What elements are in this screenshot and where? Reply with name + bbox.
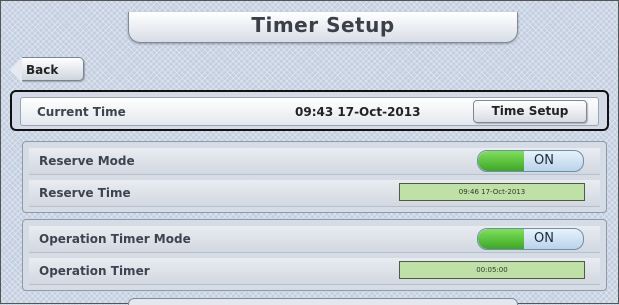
operation-timer-field[interactable]: 00:05:00 [399,261,585,279]
operation-mode-toggle[interactable]: ON [477,228,584,250]
current-time-row: Current Time 09:43 17-Oct-2013 Time Setu… [10,90,609,131]
page-title: Timer Setup [251,13,395,37]
operation-timer-label: Operation Timer [39,264,150,278]
back-button[interactable]: Back [10,57,84,83]
current-time-value: 09:43 17-Oct-2013 [295,105,421,119]
reserve-mode-state: ON [534,153,554,168]
operation-timer-row: Operation Timer 00:05:00 [29,258,600,285]
operation-panel: Operation Timer Mode ON Operation Timer … [22,219,607,291]
toggle-on-indicator [478,229,524,249]
reserve-time-row: Reserve Time 09:46 17-Oct-2013 [29,180,600,207]
reserve-mode-label: Reserve Mode [39,154,135,168]
operation-mode-label: Operation Timer Mode [39,232,191,246]
operation-mode-row: Operation Timer Mode ON [29,226,600,253]
time-setup-button[interactable]: Time Setup [473,100,587,123]
current-time-label: Current Time [37,105,126,119]
current-time-panel: Current Time 09:43 17-Oct-2013 Time Setu… [20,97,599,126]
reserve-panel: Reserve Mode ON Reserve Time 09:46 17-Oc… [22,141,607,213]
reserve-mode-row: Reserve Mode ON [29,148,600,175]
title-bar: Timer Setup [128,12,518,43]
toggle-on-indicator [478,151,524,171]
operation-mode-state: ON [534,231,554,246]
reserve-mode-toggle[interactable]: ON [477,150,584,172]
reserve-time-field[interactable]: 09:46 17-Oct-2013 [399,183,585,201]
reserve-time-label: Reserve Time [39,186,131,200]
